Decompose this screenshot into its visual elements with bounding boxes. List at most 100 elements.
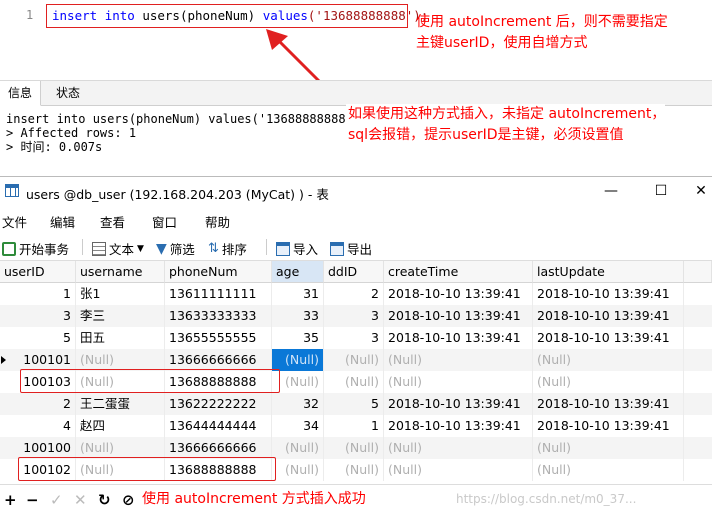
menu-file[interactable]: 文件	[2, 212, 27, 231]
cell-ddid[interactable]: 2	[324, 283, 384, 305]
cell-username[interactable]: 田五	[76, 327, 165, 349]
table-window: users @db_user (192.168.204.203 (MyCat) …	[0, 176, 712, 515]
cell-lastupdate[interactable]: (Null)	[533, 459, 684, 481]
annotation-middle-line2: sql会报错，提示userID是主键，必须设置值	[348, 127, 624, 143]
cell-createtime[interactable]: 2018-10-10 13:39:41	[384, 305, 533, 327]
cell-phonenum[interactable]: 13633333333	[165, 305, 272, 327]
output-line: > Affected rows: 1	[6, 126, 137, 140]
cell-phonenum[interactable]: 13611111111	[165, 283, 272, 305]
cell-ddid[interactable]: 1	[324, 415, 384, 437]
cell-createtime[interactable]: (Null)	[384, 349, 533, 371]
add-record-icon[interactable]: +	[4, 491, 17, 509]
discard-changes-icon[interactable]: ✕	[74, 491, 87, 509]
cell-lastupdate[interactable]: 2018-10-10 13:39:41	[533, 327, 684, 349]
column-header-userid[interactable]: userID	[0, 261, 76, 283]
cell-userid[interactable]: 1	[0, 283, 76, 305]
cell-lastupdate[interactable]: 2018-10-10 13:39:41	[533, 415, 684, 437]
cell-ddid[interactable]: (Null)	[324, 459, 384, 481]
menu-edit[interactable]: 编辑	[50, 212, 75, 231]
cell-ddid[interactable]: (Null)	[324, 349, 384, 371]
cell-userid[interactable]: 100100	[0, 437, 76, 459]
current-row-pointer-icon	[1, 356, 6, 364]
text-button[interactable]: 文本 ▼	[92, 239, 144, 258]
transaction-icon	[2, 241, 16, 256]
cell-lastupdate[interactable]: (Null)	[533, 371, 684, 393]
cell-userid[interactable]: 100101	[0, 349, 76, 371]
cell-age[interactable]: (Null)	[272, 459, 324, 481]
apply-changes-icon[interactable]: ✓	[50, 491, 63, 509]
cell-userid[interactable]: 5	[0, 327, 76, 349]
minimize-icon[interactable]: —	[600, 181, 622, 201]
cell-phonenum[interactable]: 13655555555	[165, 327, 272, 349]
column-header-createtime[interactable]: createTime	[384, 261, 533, 283]
cell-ddid[interactable]: 3	[324, 327, 384, 349]
annotation-top: 使用 autoIncrement 后，则不需要指定 主键userID，使用自增方…	[416, 12, 668, 54]
table-row[interactable]: 100101 (Null) 13666666666 (Null) (Null) (Null…	[0, 349, 712, 371]
column-header-age[interactable]: age	[272, 261, 324, 283]
cell-username[interactable]: 张1	[76, 283, 165, 305]
cell-age[interactable]: 35	[272, 327, 324, 349]
menu-window[interactable]: 窗口	[152, 212, 177, 231]
cell-username[interactable]: (Null)	[76, 349, 165, 371]
tab-info[interactable]: 信息	[0, 81, 42, 106]
begin-transaction-button[interactable]: 开始事务	[2, 239, 69, 258]
cell-phonenum[interactable]: 13622222222	[165, 393, 272, 415]
table-row[interactable]: 5 田五 13655555555 35 3 2018-10-10 13:39:41 2018…	[0, 327, 712, 349]
cell-ddid[interactable]: (Null)	[324, 437, 384, 459]
cell-createtime[interactable]: 2018-10-10 13:39:41	[384, 415, 533, 437]
column-header-lastupdate[interactable]: lastUpdate	[533, 261, 684, 283]
title-bar[interactable]: users @db_user (192.168.204.203 (MyCat) …	[0, 177, 712, 205]
table-row[interactable]: 2 王二蛋蛋 13622222222 32 5 2018-10-10 13:39:41 20…	[0, 393, 712, 415]
refresh-icon[interactable]: ↻	[98, 491, 111, 509]
cell-age[interactable]: (Null)	[272, 349, 324, 371]
cell-username[interactable]: 赵四	[76, 415, 165, 437]
cell-lastupdate[interactable]: (Null)	[533, 349, 684, 371]
cell-userid[interactable]: 4	[0, 415, 76, 437]
filter-button[interactable]: ▼ 筛选	[156, 239, 195, 258]
table-row[interactable]: 1 张1 13611111111 31 2 2018-10-10 13:39:41 2018…	[0, 283, 712, 305]
window-title: users @db_user (192.168.204.203 (MyCat) …	[26, 187, 329, 202]
cell-age[interactable]: 33	[272, 305, 324, 327]
menu-view[interactable]: 查看	[100, 212, 125, 231]
cell-phonenum[interactable]: 13666666666	[165, 349, 272, 371]
cell-userid[interactable]: 3	[0, 305, 76, 327]
cell-createtime[interactable]: (Null)	[384, 437, 533, 459]
column-header-phonenum[interactable]: phoneNum	[165, 261, 272, 283]
column-header-ddid[interactable]: ddID	[324, 261, 384, 283]
cell-username[interactable]: 李三	[76, 305, 165, 327]
menu-help[interactable]: 帮助	[205, 212, 230, 231]
table-row[interactable]: 3 李三 13633333333 33 3 2018-10-10 13:39:41 2018…	[0, 305, 712, 327]
cell-username[interactable]: (Null)	[76, 437, 165, 459]
cell-ddid[interactable]: 5	[324, 393, 384, 415]
stop-icon[interactable]: ⊘	[122, 491, 135, 509]
sort-button[interactable]: ⇅ 排序	[208, 239, 247, 258]
cell-createtime[interactable]: (Null)	[384, 459, 533, 481]
table-row[interactable]: 4 赵四 13644444444 34 1 2018-10-10 13:39:41 2018…	[0, 415, 712, 437]
maximize-icon[interactable]: ☐	[650, 181, 672, 201]
tab-status[interactable]: 状态	[48, 81, 88, 105]
import-button[interactable]: 导入	[276, 239, 318, 258]
cell-createtime[interactable]: 2018-10-10 13:39:41	[384, 283, 533, 305]
cell-username[interactable]: 王二蛋蛋	[76, 393, 165, 415]
cell-phonenum[interactable]: 13666666666	[165, 437, 272, 459]
cell-phonenum[interactable]: 13644444444	[165, 415, 272, 437]
cell-createtime[interactable]: (Null)	[384, 371, 533, 393]
cell-ddid[interactable]: (Null)	[324, 371, 384, 393]
table-row[interactable]: 100100 (Null) 13666666666 (Null) (Null) (Null…	[0, 437, 712, 459]
cell-age[interactable]: 32	[272, 393, 324, 415]
cell-userid[interactable]: 2	[0, 393, 76, 415]
delete-record-icon[interactable]: −	[26, 491, 39, 509]
cell-lastupdate[interactable]: 2018-10-10 13:39:41	[533, 283, 684, 305]
cell-age[interactable]: 34	[272, 415, 324, 437]
cell-age[interactable]: (Null)	[272, 437, 324, 459]
export-button[interactable]: 导出	[330, 239, 372, 258]
cell-age[interactable]: 31	[272, 283, 324, 305]
cell-createtime[interactable]: 2018-10-10 13:39:41	[384, 393, 533, 415]
cell-lastupdate[interactable]: (Null)	[533, 437, 684, 459]
close-icon[interactable]: ✕	[690, 181, 712, 201]
cell-lastupdate[interactable]: 2018-10-10 13:39:41	[533, 393, 684, 415]
cell-createtime[interactable]: 2018-10-10 13:39:41	[384, 327, 533, 349]
cell-lastupdate[interactable]: 2018-10-10 13:39:41	[533, 305, 684, 327]
cell-ddid[interactable]: 3	[324, 305, 384, 327]
column-header-username[interactable]: username	[76, 261, 165, 283]
